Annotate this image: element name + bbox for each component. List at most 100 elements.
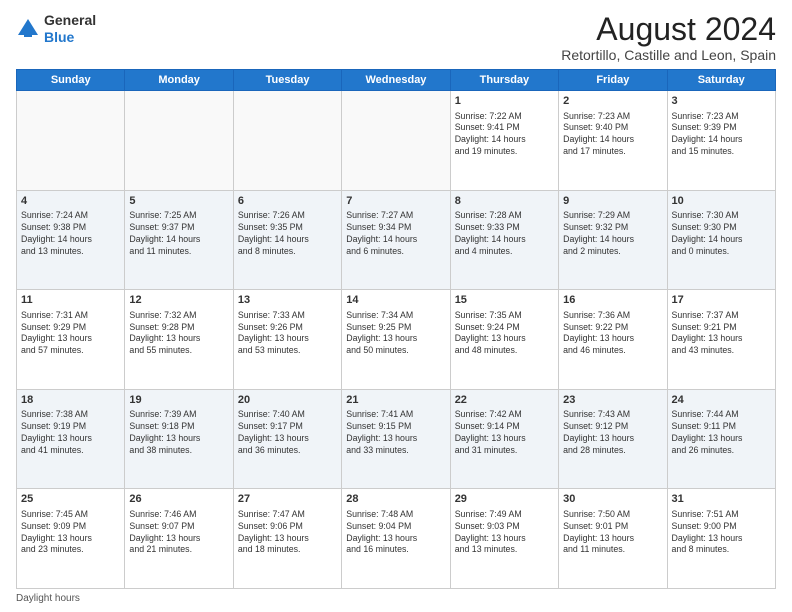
weekday-header-friday: Friday: [559, 70, 667, 91]
calendar-cell: 7Sunrise: 7:27 AMSunset: 9:34 PMDaylight…: [342, 190, 450, 290]
calendar-cell: 31Sunrise: 7:51 AMSunset: 9:00 PMDayligh…: [667, 489, 775, 589]
calendar-cell: 3Sunrise: 7:23 AMSunset: 9:39 PMDaylight…: [667, 91, 775, 191]
day-info: Sunrise: 7:35 AMSunset: 9:24 PMDaylight:…: [455, 310, 554, 358]
day-info: Sunrise: 7:36 AMSunset: 9:22 PMDaylight:…: [563, 310, 662, 358]
day-number: 21: [346, 393, 445, 408]
logo-general: General: [44, 12, 96, 28]
day-info: Sunrise: 7:28 AMSunset: 9:33 PMDaylight:…: [455, 210, 554, 258]
calendar-cell: 2Sunrise: 7:23 AMSunset: 9:40 PMDaylight…: [559, 91, 667, 191]
page-header: General Blue August 2024 Retortillo, Cas…: [16, 12, 776, 63]
calendar-header: SundayMondayTuesdayWednesdayThursdayFrid…: [17, 70, 776, 91]
logo: General Blue: [16, 12, 96, 46]
day-number: 11: [21, 293, 120, 308]
calendar-week-row: 11 Sunrise: 7:31 AMSunset: 9:29 PMDayligh…: [17, 290, 776, 390]
day-number: 26: [129, 492, 228, 507]
day-info: Sunrise: 7:32 AMSunset: 9:28 PMDaylight:…: [129, 310, 228, 358]
day-number: 7: [346, 194, 445, 209]
day-number: 9: [563, 194, 662, 209]
logo-icon: [16, 17, 40, 41]
day-number: 8: [455, 194, 554, 209]
calendar-cell: [342, 91, 450, 191]
day-info: Sunrise: 7:29 AMSunset: 9:32 PMDaylight:…: [563, 210, 662, 258]
weekday-header-saturday: Saturday: [667, 70, 775, 91]
calendar-cell: 24Sunrise: 7:44 AMSunset: 9:11 PMDayligh…: [667, 389, 775, 489]
day-info: Sunrise: 7:25 AMSunset: 9:37 PMDaylight:…: [129, 210, 228, 258]
calendar-cell: 15Sunrise: 7:35 AMSunset: 9:24 PMDayligh…: [450, 290, 558, 390]
daylight-label: Daylight hours: [16, 593, 80, 604]
calendar-cell: 18Sunrise: 7:38 AMSunset: 9:19 PMDayligh…: [17, 389, 125, 489]
footer: Daylight hours: [16, 593, 776, 604]
logo-blue: Blue: [44, 29, 74, 45]
day-number: 17: [672, 293, 771, 308]
calendar-cell: [233, 91, 341, 191]
day-number: 14: [346, 293, 445, 308]
weekday-header-row: SundayMondayTuesdayWednesdayThursdayFrid…: [17, 70, 776, 91]
calendar-cell: 12 Sunrise: 7:32 AMSunset: 9:28 PMDayligh…: [125, 290, 233, 390]
calendar-cell: 10Sunrise: 7:30 AMSunset: 9:30 PMDayligh…: [667, 190, 775, 290]
main-title: August 2024: [561, 12, 776, 47]
day-info: Sunrise: 7:27 AMSunset: 9:34 PMDaylight:…: [346, 210, 445, 258]
calendar-table: SundayMondayTuesdayWednesdayThursdayFrid…: [16, 69, 776, 589]
day-info: Sunrise: 7:37 AMSunset: 9:21 PMDaylight:…: [672, 310, 771, 358]
day-info: Sunrise: 7:42 AMSunset: 9:14 PMDaylight:…: [455, 409, 554, 457]
calendar-cell: 25 Sunrise: 7:45 AMSunset: 9:09 PMDayligh…: [17, 489, 125, 589]
day-number: 27: [238, 492, 337, 507]
day-number: 23: [563, 393, 662, 408]
day-number: 20: [238, 393, 337, 408]
day-info: Sunrise: 7:33 AMSunset: 9:26 PMDaylight:…: [238, 310, 337, 358]
calendar-cell: 21Sunrise: 7:41 AMSunset: 9:15 PMDayligh…: [342, 389, 450, 489]
calendar-cell: 11 Sunrise: 7:31 AMSunset: 9:29 PMDayligh…: [17, 290, 125, 390]
day-number: 25: [21, 492, 120, 507]
day-info: Sunrise: 7:45 AMSunset: 9:09 PMDaylight:…: [21, 509, 120, 557]
weekday-header-wednesday: Wednesday: [342, 70, 450, 91]
day-info: Sunrise: 7:48 AMSunset: 9:04 PMDaylight:…: [346, 509, 445, 557]
weekday-header-thursday: Thursday: [450, 70, 558, 91]
calendar-week-row: 18Sunrise: 7:38 AMSunset: 9:19 PMDayligh…: [17, 389, 776, 489]
day-number: 22: [455, 393, 554, 408]
calendar-cell: 9Sunrise: 7:29 AMSunset: 9:32 PMDaylight…: [559, 190, 667, 290]
day-info: Sunrise: 7:30 AMSunset: 9:30 PMDaylight:…: [672, 210, 771, 258]
calendar-cell: 27 Sunrise: 7:47 AMSunset: 9:06 PMDayligh…: [233, 489, 341, 589]
day-info: Sunrise: 7:31 AMSunset: 9:29 PMDaylight:…: [21, 310, 120, 358]
weekday-header-monday: Monday: [125, 70, 233, 91]
calendar-cell: 13 Sunrise: 7:33 AMSunset: 9:26 PMDayligh…: [233, 290, 341, 390]
title-block: August 2024 Retortillo, Castille and Leo…: [561, 12, 776, 63]
calendar-cell: 29 Sunrise: 7:49 AMSunset: 9:03 PMDayligh…: [450, 489, 558, 589]
calendar-page: General Blue August 2024 Retortillo, Cas…: [0, 0, 792, 612]
day-number: 16: [563, 293, 662, 308]
calendar-cell: 5Sunrise: 7:25 AMSunset: 9:37 PMDaylight…: [125, 190, 233, 290]
day-info: Sunrise: 7:49 AMSunset: 9:03 PMDaylight:…: [455, 509, 554, 557]
day-info: Sunrise: 7:50 AMSunset: 9:01 PMDaylight:…: [563, 509, 662, 557]
day-info: Sunrise: 7:46 AMSunset: 9:07 PMDaylight:…: [129, 509, 228, 557]
day-info: Sunrise: 7:38 AMSunset: 9:19 PMDaylight:…: [21, 409, 120, 457]
day-info: Sunrise: 7:24 AMSunset: 9:38 PMDaylight:…: [21, 210, 120, 258]
day-number: 1: [455, 94, 554, 109]
day-info: Sunrise: 7:51 AMSunset: 9:00 PMDaylight:…: [672, 509, 771, 557]
calendar-cell: 14Sunrise: 7:34 AMSunset: 9:25 PMDayligh…: [342, 290, 450, 390]
calendar-cell: 1Sunrise: 7:22 AMSunset: 9:41 PMDaylight…: [450, 91, 558, 191]
calendar-cell: 17 Sunrise: 7:37 AMSunset: 9:21 PMDayligh…: [667, 290, 775, 390]
day-info: Sunrise: 7:39 AMSunset: 9:18 PMDaylight:…: [129, 409, 228, 457]
day-number: 19: [129, 393, 228, 408]
day-number: 18: [21, 393, 120, 408]
calendar-cell: 6Sunrise: 7:26 AMSunset: 9:35 PMDaylight…: [233, 190, 341, 290]
calendar-cell: 28Sunrise: 7:48 AMSunset: 9:04 PMDayligh…: [342, 489, 450, 589]
day-info: Sunrise: 7:44 AMSunset: 9:11 PMDaylight:…: [672, 409, 771, 457]
day-info: Sunrise: 7:41 AMSunset: 9:15 PMDaylight:…: [346, 409, 445, 457]
calendar-cell: 26 Sunrise: 7:46 AMSunset: 9:07 PMDayligh…: [125, 489, 233, 589]
calendar-week-row: 4Sunrise: 7:24 AMSunset: 9:38 PMDaylight…: [17, 190, 776, 290]
subtitle: Retortillo, Castille and Leon, Spain: [561, 47, 776, 63]
calendar-cell: 19Sunrise: 7:39 AMSunset: 9:18 PMDayligh…: [125, 389, 233, 489]
day-number: 6: [238, 194, 337, 209]
weekday-header-sunday: Sunday: [17, 70, 125, 91]
day-info: Sunrise: 7:23 AMSunset: 9:39 PMDaylight:…: [672, 111, 771, 159]
calendar-cell: 20Sunrise: 7:40 AMSunset: 9:17 PMDayligh…: [233, 389, 341, 489]
day-number: 13: [238, 293, 337, 308]
day-number: 12: [129, 293, 228, 308]
day-number: 29: [455, 492, 554, 507]
calendar-week-row: 1Sunrise: 7:22 AMSunset: 9:41 PMDaylight…: [17, 91, 776, 191]
day-number: 2: [563, 94, 662, 109]
calendar-body: 1Sunrise: 7:22 AMSunset: 9:41 PMDaylight…: [17, 91, 776, 589]
day-info: Sunrise: 7:47 AMSunset: 9:06 PMDaylight:…: [238, 509, 337, 557]
day-number: 24: [672, 393, 771, 408]
